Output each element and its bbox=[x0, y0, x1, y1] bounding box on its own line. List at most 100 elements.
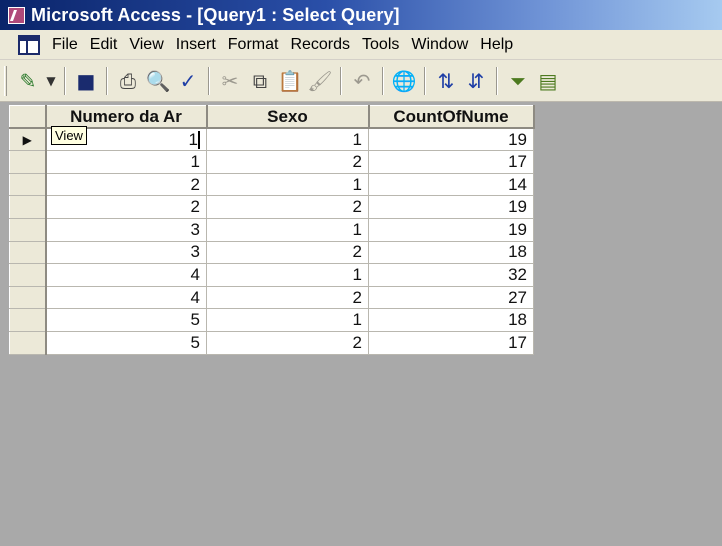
row-selector[interactable] bbox=[9, 217, 47, 242]
view-dropdown-button[interactable]: ▼ bbox=[43, 65, 59, 97]
cell-numero-da-ar[interactable]: 1 bbox=[45, 150, 207, 174]
menu-view[interactable]: View bbox=[123, 36, 169, 54]
column-header-numero-da-ar[interactable]: Numero da Ar bbox=[45, 105, 208, 130]
print-preview-icon: 🔍 bbox=[145, 68, 171, 93]
format-painter-icon: 🖌 bbox=[307, 68, 333, 93]
row-selector[interactable] bbox=[9, 150, 47, 174]
table-row: 4 2 27 bbox=[9, 285, 534, 310]
title-bar[interactable]: Microsoft Access - [Query1 : Select Quer… bbox=[0, 0, 722, 30]
row-selector[interactable] bbox=[9, 195, 47, 219]
row-selector[interactable] bbox=[9, 285, 47, 310]
column-header-sexo[interactable]: Sexo bbox=[206, 105, 370, 130]
cell-sexo[interactable]: 1 bbox=[206, 172, 369, 197]
toolbar-separator bbox=[106, 66, 108, 95]
print-button[interactable]: ⎙ bbox=[113, 65, 143, 97]
access-app-icon[interactable] bbox=[8, 6, 25, 24]
cell-countofnume[interactable]: 17 bbox=[368, 150, 534, 174]
undo-button[interactable]: ↶ bbox=[347, 65, 377, 97]
menu-help[interactable]: Help bbox=[474, 36, 519, 54]
paste-button[interactable]: 📋 bbox=[275, 65, 305, 97]
toolbar-grip[interactable] bbox=[4, 65, 7, 96]
cut-icon: ✂ bbox=[221, 68, 239, 93]
cell-sexo[interactable]: 2 bbox=[206, 150, 369, 174]
menu-edit[interactable]: Edit bbox=[84, 36, 124, 54]
view-tooltip: View bbox=[51, 126, 87, 145]
cell-numero-da-ar[interactable]: 3 bbox=[45, 240, 207, 265]
column-header-countofnume[interactable]: CountOfNume bbox=[368, 105, 535, 130]
table-row: 5 1 18 bbox=[9, 308, 534, 332]
sort-ascending-button[interactable]: ⇅ bbox=[431, 65, 461, 97]
menu-file[interactable]: File bbox=[44, 36, 84, 54]
cell-numero-da-ar[interactable]: 2 bbox=[45, 195, 207, 219]
print-preview-button[interactable]: 🔍 bbox=[143, 65, 173, 97]
toolbar-separator bbox=[424, 66, 426, 95]
print-icon: ⎙ bbox=[120, 68, 136, 93]
copy-icon: ⧉ bbox=[252, 68, 268, 93]
cell-numero-da-ar[interactable]: 4 bbox=[45, 263, 207, 287]
cell-countofnume[interactable]: 19 bbox=[368, 195, 534, 219]
menu-records[interactable]: Records bbox=[284, 36, 356, 54]
text-cursor bbox=[198, 131, 200, 150]
cell-sexo[interactable]: 1 bbox=[206, 263, 369, 287]
sort-descending-button[interactable]: ⇵ bbox=[461, 65, 491, 97]
row-selector[interactable] bbox=[9, 330, 47, 355]
filter-by-form-icon: ▤ bbox=[538, 68, 558, 93]
datasheet-grid: Numero da Ar Sexo CountOfNume ▶ 1 1 19 1… bbox=[9, 105, 535, 355]
web-button[interactable]: 🌐 bbox=[389, 65, 419, 97]
cell-sexo[interactable]: 1 bbox=[206, 217, 369, 242]
cell-countofnume[interactable]: 19 bbox=[368, 217, 534, 242]
cell-countofnume[interactable]: 14 bbox=[368, 172, 534, 197]
table-row: 4 1 32 bbox=[9, 263, 534, 287]
row-selector[interactable] bbox=[9, 240, 47, 265]
row-selector[interactable] bbox=[9, 308, 47, 332]
cell-countofnume[interactable]: 18 bbox=[368, 308, 534, 332]
cell-numero-da-ar[interactable]: 4 bbox=[45, 285, 207, 310]
select-all-corner[interactable] bbox=[9, 105, 47, 130]
cell-countofnume[interactable]: 32 bbox=[368, 263, 534, 287]
format-painter-button[interactable]: 🖌 bbox=[305, 65, 335, 97]
cell-numero-da-ar[interactable]: 2 bbox=[45, 172, 207, 197]
cell-countofnume[interactable]: 19 bbox=[368, 127, 534, 152]
datasheet-workspace: Numero da Ar Sexo CountOfNume ▶ 1 1 19 1… bbox=[0, 102, 722, 546]
window-title: Microsoft Access - [Query1 : Select Quer… bbox=[31, 4, 400, 25]
filter-by-form-button[interactable]: ▤ bbox=[533, 65, 563, 97]
row-selector[interactable]: ▶ bbox=[9, 127, 47, 152]
cell-sexo[interactable]: 2 bbox=[206, 195, 369, 219]
undo-icon: ↶ bbox=[353, 68, 371, 93]
menu-tools[interactable]: Tools bbox=[356, 36, 405, 54]
menu-format[interactable]: Format bbox=[222, 36, 285, 54]
toolbar: ✎ ▼ ■ ⎙ 🔍 ✓ ✂ ⧉ 📋 🖌 ↶ 🌐 ⇅ ⇵ ⏷ ▤ bbox=[0, 60, 722, 102]
cell-countofnume[interactable]: 27 bbox=[368, 285, 534, 310]
cell-countofnume[interactable]: 17 bbox=[368, 330, 534, 355]
query-window-icon[interactable] bbox=[18, 34, 40, 55]
cell-numero-da-ar[interactable]: 5 bbox=[45, 308, 207, 332]
filter-by-selection-icon: ⏷ bbox=[510, 68, 526, 93]
cell-sexo[interactable]: 1 bbox=[206, 127, 369, 152]
toolbar-separator bbox=[64, 66, 66, 95]
view-button[interactable]: ✎ bbox=[13, 65, 43, 97]
spelling-button[interactable]: ✓ bbox=[173, 65, 203, 97]
row-selector[interactable] bbox=[9, 263, 47, 287]
copy-button[interactable]: ⧉ bbox=[245, 65, 275, 97]
save-button[interactable]: ■ bbox=[71, 65, 101, 97]
cut-button[interactable]: ✂ bbox=[215, 65, 245, 97]
menu-insert[interactable]: Insert bbox=[170, 36, 222, 54]
table-row: 5 2 17 bbox=[9, 330, 534, 355]
cell-sexo[interactable]: 2 bbox=[206, 285, 369, 310]
cell-value: 1 bbox=[188, 129, 198, 149]
row-selector[interactable] bbox=[9, 172, 47, 197]
current-record-icon: ▶ bbox=[22, 132, 32, 147]
filter-by-selection-button[interactable]: ⏷ bbox=[503, 65, 533, 97]
dropdown-arrow-icon: ▼ bbox=[46, 73, 56, 88]
cell-sexo[interactable]: 1 bbox=[206, 308, 369, 332]
table-row: 3 1 19 bbox=[9, 217, 534, 242]
menu-window[interactable]: Window bbox=[405, 36, 474, 54]
table-row: 1 2 17 bbox=[9, 150, 534, 174]
table-row: ▶ 1 1 19 bbox=[9, 127, 534, 152]
cell-countofnume[interactable]: 18 bbox=[368, 240, 534, 265]
cell-sexo[interactable]: 2 bbox=[206, 240, 369, 265]
cell-numero-da-ar[interactable]: 3 bbox=[45, 217, 207, 242]
cell-sexo[interactable]: 2 bbox=[206, 330, 369, 355]
table-row: 3 2 18 bbox=[9, 240, 534, 265]
cell-numero-da-ar[interactable]: 5 bbox=[45, 330, 207, 355]
